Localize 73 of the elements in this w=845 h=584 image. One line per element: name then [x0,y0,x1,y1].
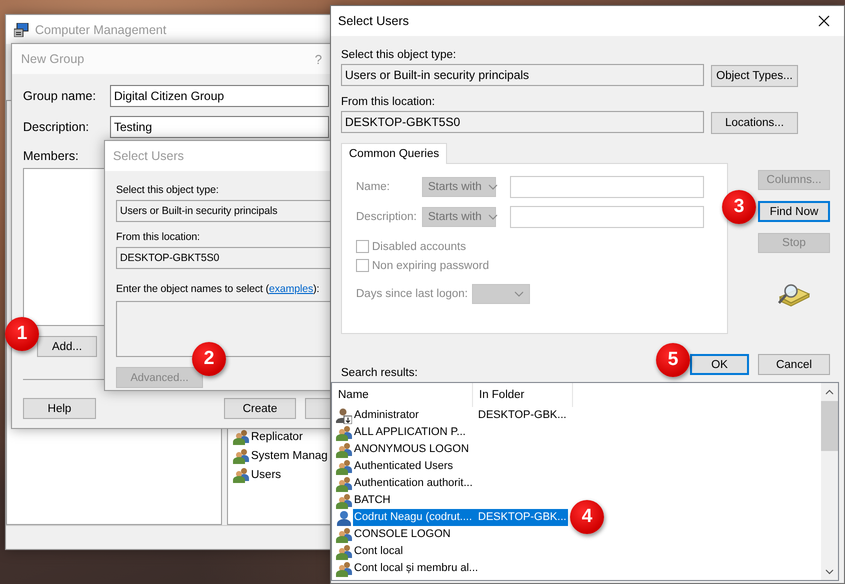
text-field[interactable] [510,206,704,228]
column-header[interactable]: Name [332,383,473,407]
table-cell[interactable]: Authentication authorit... [353,475,478,492]
field-label: Name: [356,181,391,193]
list-item[interactable]: System Manag [233,446,328,465]
group-icon [336,526,352,542]
table-cell[interactable]: DESKTOP-GBK... [478,509,568,526]
window-title: Select Users [113,149,184,163]
button[interactable]: Cancel [758,354,830,375]
examples-link[interactable]: examples [269,283,314,295]
scrollbar-thumb[interactable] [821,401,838,451]
group-icon [336,560,352,576]
group-icon [233,428,249,444]
table-cell[interactable]: Administrator [353,407,478,424]
group-icon [336,492,352,508]
dropdown[interactable] [472,284,530,304]
button[interactable]: OK [690,354,749,375]
list-item[interactable]: Replicator [233,427,303,446]
button[interactable]: Help [23,398,96,419]
chevron-down-icon [514,291,524,297]
group-icon [336,476,352,492]
table-cell[interactable]: CONSOLE LOGON [353,526,478,543]
table-cell[interactable]: ANONYMOUS LOGON [353,441,478,458]
field-label: Description: [23,120,90,134]
field-label: Description: [356,211,418,223]
table-cell[interactable]: Cont local [353,543,478,560]
column-header[interactable]: In Folder [473,383,573,407]
chevron-down-icon [488,184,498,190]
group-icon [233,466,249,482]
search-icon [776,283,810,307]
text-field[interactable]: Digital Citizen Group [110,85,329,107]
table-cell[interactable]: DESKTOP-GBK... [478,407,568,424]
group-icon [336,442,352,458]
close-icon[interactable] [818,15,830,27]
tab[interactable]: Common Queries [341,143,448,164]
field-label: Enter the object names to select (examples): [116,282,320,296]
user-icon [336,408,352,424]
group-icon [336,544,352,560]
button[interactable]: Add... [37,336,97,357]
group-icon [233,448,249,464]
table-cell[interactable]: BATCH [353,492,478,509]
field-label: From this location: [341,95,435,109]
table-cell[interactable]: Cont local și membru al... [353,560,478,577]
button[interactable]: Object Types... [711,65,798,87]
table-cell[interactable]: Authenticated Users [353,458,478,475]
text-field[interactable] [510,176,704,198]
chevron-down-icon [488,214,498,220]
field-label: Days since last logon: [356,288,468,300]
field-label: From this location: [116,230,200,244]
group-icon [336,424,352,440]
field-label: Select this object type: [341,48,456,62]
group-icon [336,458,352,474]
text-field[interactable]: Testing [110,116,329,138]
list-item[interactable]: Users [233,465,282,484]
field-label: Group name: [23,89,97,103]
field-label: Members: [23,149,79,163]
field-label: Select this object type: [116,183,219,197]
user-icon [336,510,352,526]
button[interactable]: Create [224,398,296,419]
field-label: Search results: [341,367,418,379]
table-cell[interactable]: ALL APPLICATION P... [353,424,478,441]
chevron-up-icon[interactable] [825,389,834,395]
chevron-down-icon[interactable] [825,569,834,575]
window-title: Computer Management [35,22,166,36]
computer-icon [14,22,29,36]
button[interactable]: Locations... [711,112,798,134]
table-cell[interactable]: Codrut Neagu (codrut.... [353,509,478,526]
window-title: New Group [21,52,84,66]
scrollbar[interactable] [821,383,838,580]
checkbox-label: Non expiring password [372,260,489,272]
window-title: Select Users [338,14,409,28]
button[interactable]: Find Now [758,201,830,222]
checkbox-label: Disabled accounts [372,240,466,252]
